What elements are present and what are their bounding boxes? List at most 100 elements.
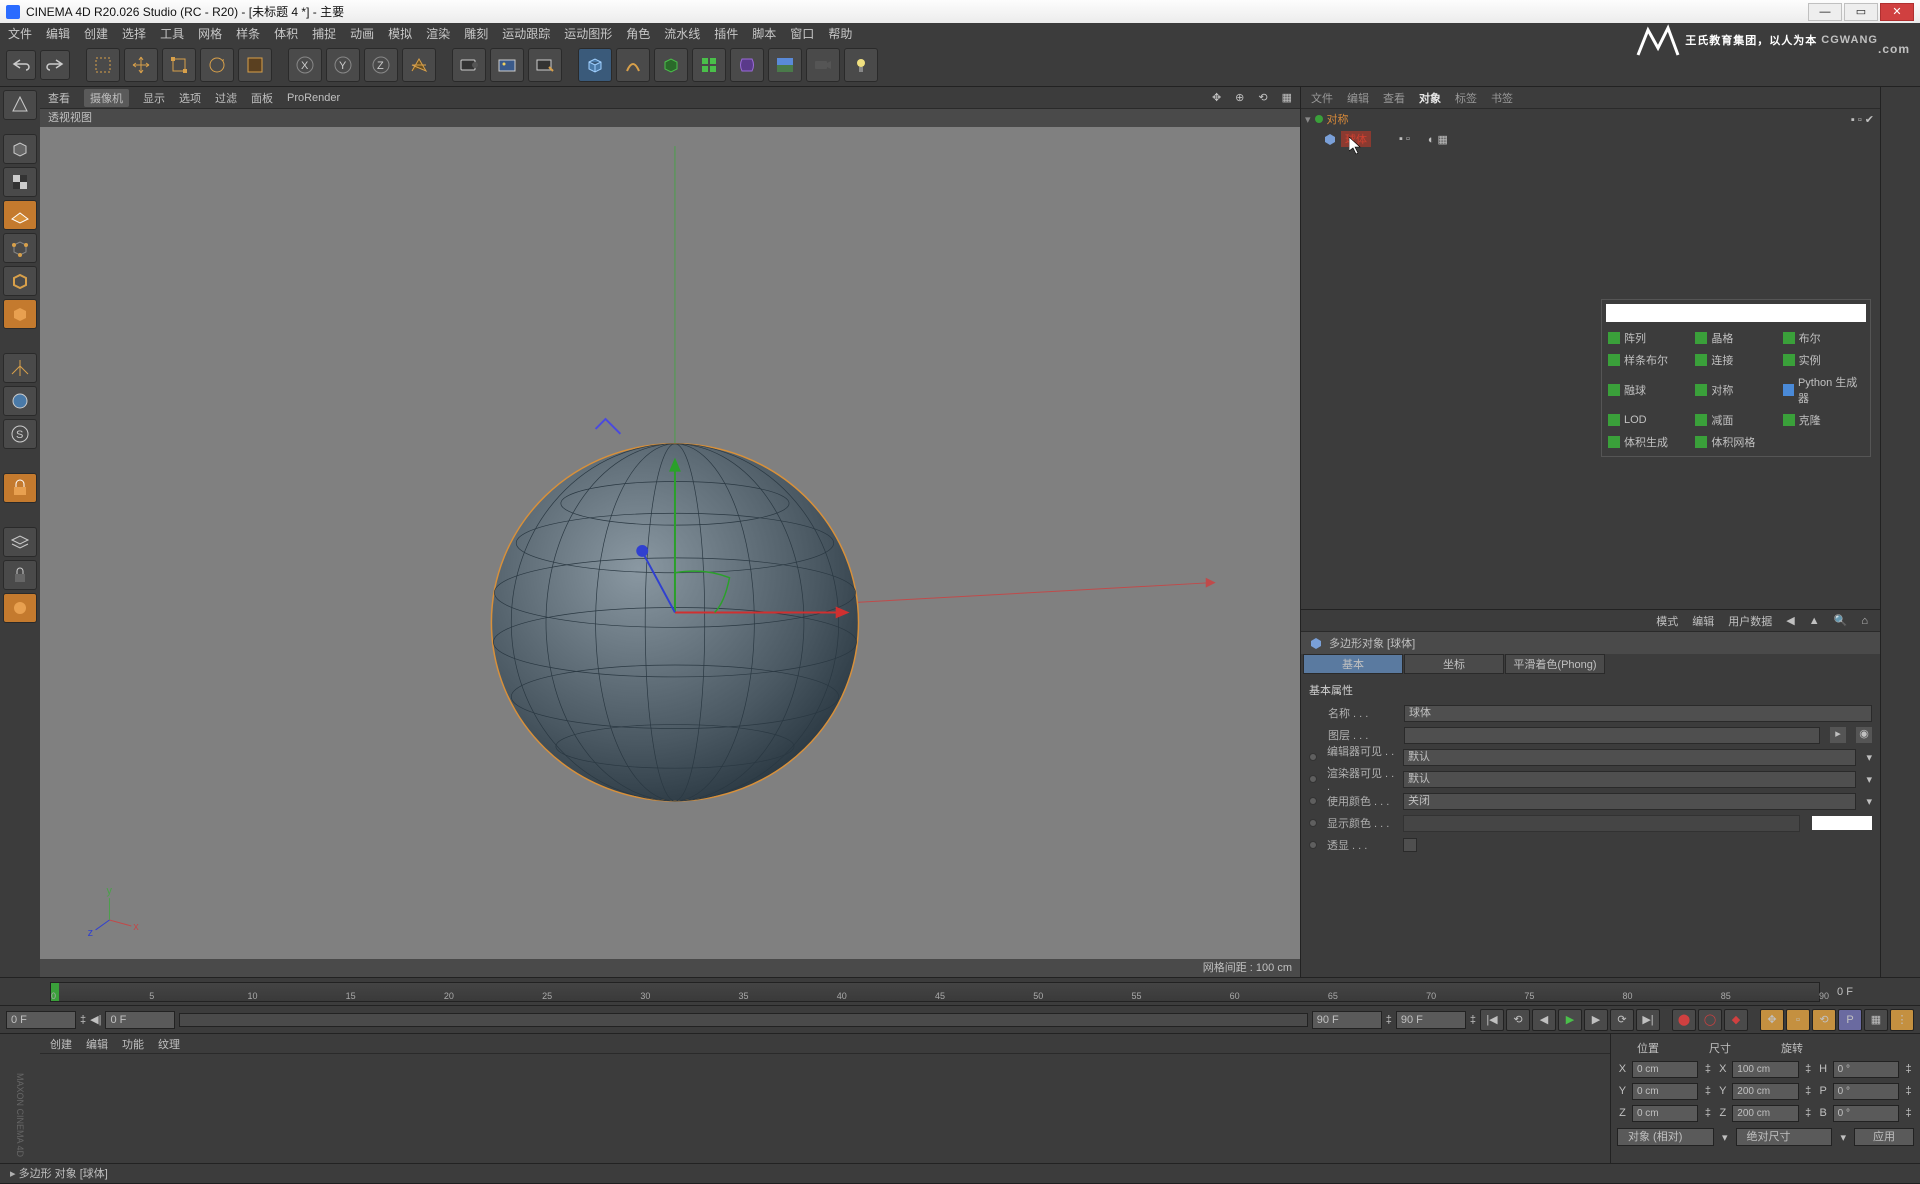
range-b-field[interactable]: 90 F — [1312, 1011, 1382, 1029]
popup-item-LOD[interactable]: LOD — [1606, 410, 1691, 430]
popup-item-连接[interactable]: 连接 — [1693, 350, 1778, 370]
key-rot[interactable]: ⟲ — [1812, 1009, 1836, 1031]
att-nav-back[interactable]: ◀ — [1786, 614, 1794, 627]
popup-item-体积网格[interactable]: 体积网格 — [1693, 432, 1778, 452]
mattab-创建[interactable]: 创建 — [50, 1036, 72, 1052]
coord-mode-b[interactable]: 绝对尺寸 — [1736, 1128, 1833, 1146]
menu-动画[interactable]: 动画 — [350, 25, 374, 42]
popup-search[interactable] — [1606, 304, 1866, 322]
play-button[interactable]: ▶ — [1558, 1009, 1582, 1031]
autokey-button[interactable]: ◯ — [1698, 1009, 1722, 1031]
viewbar-显示[interactable]: 显示 — [143, 90, 165, 106]
coord-apply[interactable]: 应用 — [1854, 1128, 1914, 1146]
coord-field[interactable]: 200 cm — [1732, 1105, 1798, 1122]
layers-icon[interactable] — [3, 527, 37, 557]
prev-frame[interactable]: ◀ — [1532, 1009, 1556, 1031]
next-frame[interactable]: ▶ — [1584, 1009, 1608, 1031]
attr-field-名称[interactable]: 球体 — [1404, 705, 1872, 722]
attr-field-图层[interactable] — [1404, 727, 1820, 744]
attr-field-编辑器可见[interactable]: 默认 — [1403, 749, 1856, 766]
viewport-rotate-icon[interactable]: ⟲ — [1258, 91, 1267, 104]
menu-运动图形[interactable]: 运动图形 — [564, 25, 612, 42]
viewport-3d[interactable]: y x z — [40, 127, 1300, 959]
range-a-field[interactable]: 0 F — [105, 1011, 175, 1029]
polygon-mode[interactable] — [3, 299, 37, 329]
deformer[interactable] — [730, 48, 764, 82]
maximize-button[interactable]: ▭ — [1844, 3, 1878, 21]
coord-system[interactable] — [402, 48, 436, 82]
att-nav-home[interactable]: ⌂ — [1861, 615, 1868, 627]
range-slider[interactable] — [179, 1013, 1307, 1027]
goto-end[interactable]: ▶| — [1636, 1009, 1660, 1031]
viewbar-面板[interactable]: 面板 — [251, 90, 273, 106]
light[interactable] — [844, 48, 878, 82]
menu-文件[interactable]: 文件 — [8, 25, 32, 42]
close-button[interactable]: ✕ — [1880, 3, 1914, 21]
menu-角色[interactable]: 角色 — [626, 25, 650, 42]
popup-item-减面[interactable]: 减面 — [1693, 410, 1778, 430]
texture-mode[interactable] — [3, 167, 37, 197]
coord-field[interactable]: 0 ° — [1833, 1105, 1899, 1122]
obj-sphere[interactable]: 球体 — [1341, 131, 1371, 147]
range-start-marker[interactable]: ◀| — [90, 1013, 101, 1026]
menu-样条[interactable]: 样条 — [236, 25, 260, 42]
menu-脚本[interactable]: 脚本 — [752, 25, 776, 42]
objtab-文件[interactable]: 文件 — [1311, 90, 1333, 106]
point-mode[interactable] — [3, 233, 37, 263]
menu-渲染[interactable]: 渲染 — [426, 25, 450, 42]
menu-窗口[interactable]: 窗口 — [790, 25, 814, 42]
popup-item-阵列[interactable]: 阵列 — [1606, 328, 1691, 348]
redo-button[interactable] — [40, 50, 70, 80]
menu-流水线[interactable]: 流水线 — [664, 25, 700, 42]
object-manager[interactable]: ▾ 对称 ▪ ▫ ✔ 球体 ▪ ▫ ◐ ▦ 阵列晶格布尔样条布尔连接实例融球对称… — [1301, 109, 1880, 609]
menu-模拟[interactable]: 模拟 — [388, 25, 412, 42]
popup-item-融球[interactable]: 融球 — [1606, 372, 1691, 408]
menu-体积[interactable]: 体积 — [274, 25, 298, 42]
objtab-标签[interactable]: 标签 — [1455, 90, 1477, 106]
goto-start[interactable]: |◀ — [1480, 1009, 1504, 1031]
menu-运动跟踪[interactable]: 运动跟踪 — [502, 25, 550, 42]
render-picture[interactable] — [490, 48, 524, 82]
camera[interactable] — [806, 48, 840, 82]
objtab-编辑[interactable]: 编辑 — [1347, 90, 1369, 106]
att-nav-search[interactable]: 🔍 — [1834, 614, 1848, 627]
popup-item-样条布尔[interactable]: 样条布尔 — [1606, 350, 1691, 370]
objtab-查看[interactable]: 查看 — [1383, 90, 1405, 106]
record-button[interactable]: ⬤ — [1672, 1009, 1696, 1031]
minimize-button[interactable]: — — [1808, 3, 1842, 21]
coord-mode-a[interactable]: 对象 (相对) — [1617, 1128, 1714, 1146]
popup-item-晶格[interactable]: 晶格 — [1693, 328, 1778, 348]
model-mode[interactable] — [3, 134, 37, 164]
mattab-功能[interactable]: 功能 — [122, 1036, 144, 1052]
lock-icon[interactable] — [3, 560, 37, 590]
generator-array[interactable] — [692, 48, 726, 82]
generator-nurbs[interactable] — [654, 48, 688, 82]
timeline[interactable]: 051015202530354045505560657075808590 0 F — [0, 977, 1920, 1005]
viewbar-查看[interactable]: 查看 — [48, 90, 70, 106]
atttab-用户数据[interactable]: 用户数据 — [1728, 613, 1772, 629]
anim-dot[interactable] — [1309, 753, 1317, 761]
menu-插件[interactable]: 插件 — [714, 25, 738, 42]
current-frame-field[interactable]: 90 F — [1396, 1011, 1466, 1029]
asubtab-坐标[interactable]: 坐标 — [1404, 654, 1504, 674]
coord-field[interactable]: 0 ° — [1833, 1083, 1899, 1100]
y-axis-lock[interactable]: Y — [326, 48, 360, 82]
viewport-zoom-icon[interactable]: ⊕ — [1235, 91, 1244, 104]
anim-dot[interactable] — [1309, 819, 1317, 827]
viewport-nav-icon[interactable]: ✥ — [1212, 91, 1221, 104]
axis-mode[interactable] — [3, 353, 37, 383]
last-tool[interactable] — [238, 48, 272, 82]
atttab-编辑[interactable]: 编辑 — [1692, 613, 1714, 629]
attr-field-显示颜色[interactable] — [1403, 815, 1800, 832]
primitive-cube[interactable] — [578, 48, 612, 82]
scale-tool[interactable] — [162, 48, 196, 82]
undo-button[interactable] — [6, 50, 36, 80]
snap-toggle[interactable]: S — [3, 419, 37, 449]
obj-symmetry[interactable]: 对称 — [1327, 111, 1349, 127]
environment[interactable] — [768, 48, 802, 82]
menu-网格[interactable]: 网格 — [198, 25, 222, 42]
move-tool[interactable] — [124, 48, 158, 82]
viewport-solo[interactable] — [3, 386, 37, 416]
objtab-书签[interactable]: 书签 — [1491, 90, 1513, 106]
x-axis-lock[interactable]: X — [288, 48, 322, 82]
